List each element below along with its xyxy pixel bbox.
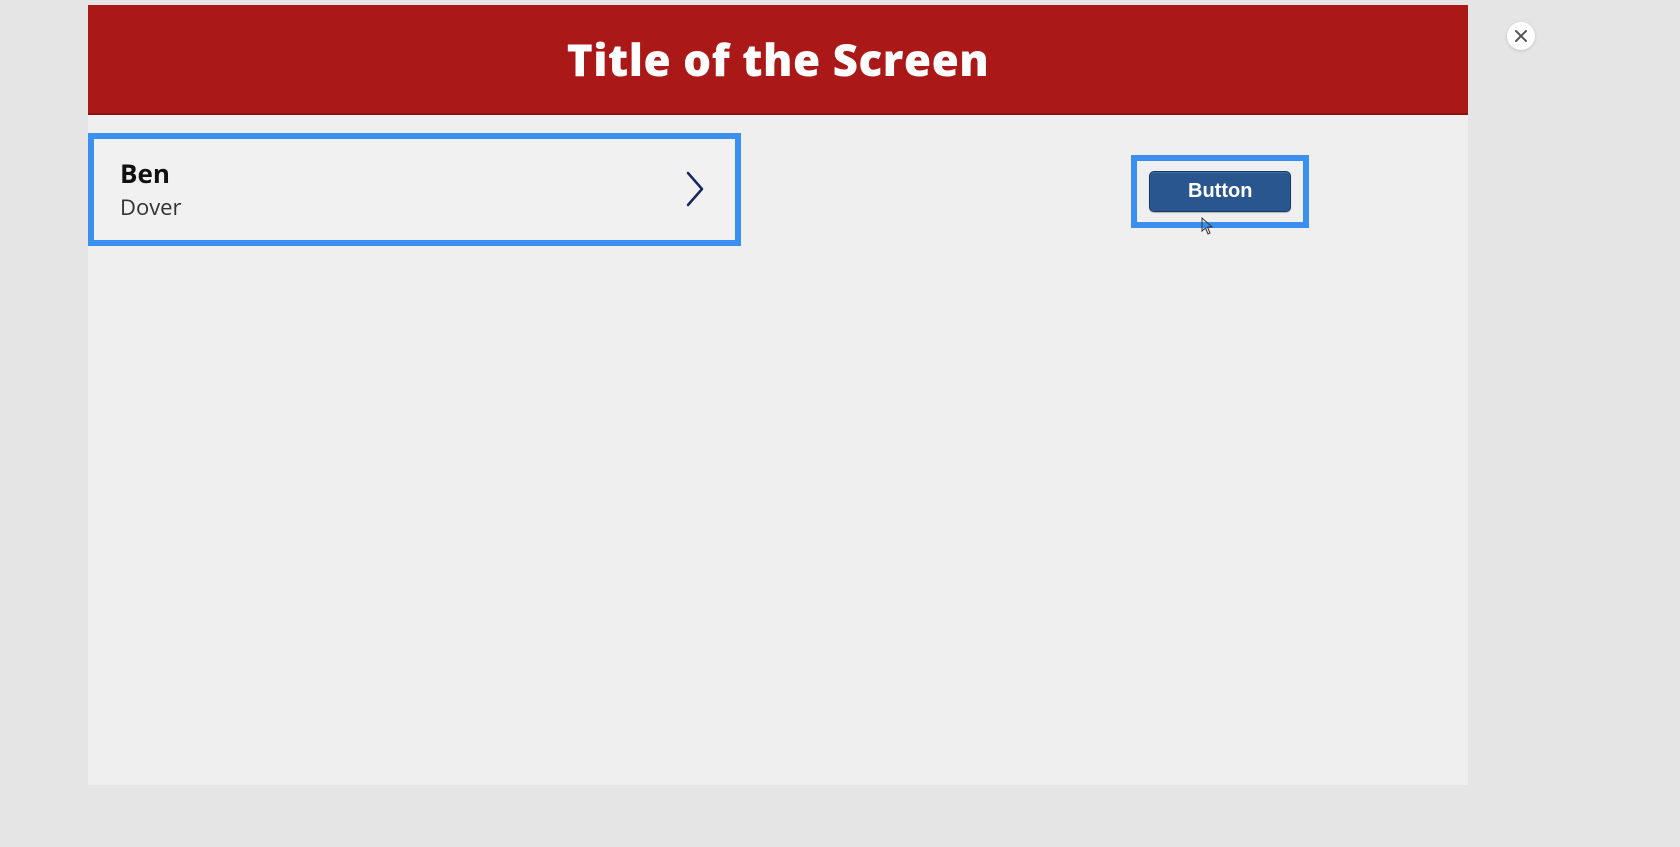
header-bar: Title of the Screen — [88, 5, 1468, 115]
button-highlight-frame: Button — [1131, 155, 1309, 228]
list-item-primary: Ben — [120, 157, 182, 190]
list-item-card[interactable]: Ben Dover — [88, 133, 741, 246]
close-button[interactable] — [1507, 22, 1535, 50]
modal-container: Title of the Screen Ben Dover Button — [88, 5, 1468, 785]
page-title: Title of the Screen — [567, 29, 990, 89]
list-item-text: Ben Dover — [120, 157, 182, 222]
close-icon — [1514, 29, 1528, 43]
content-area: Ben Dover Button — [88, 115, 1468, 135]
chevron-right-icon — [683, 169, 709, 209]
list-item-secondary: Dover — [120, 192, 182, 222]
primary-button[interactable]: Button — [1149, 171, 1291, 212]
